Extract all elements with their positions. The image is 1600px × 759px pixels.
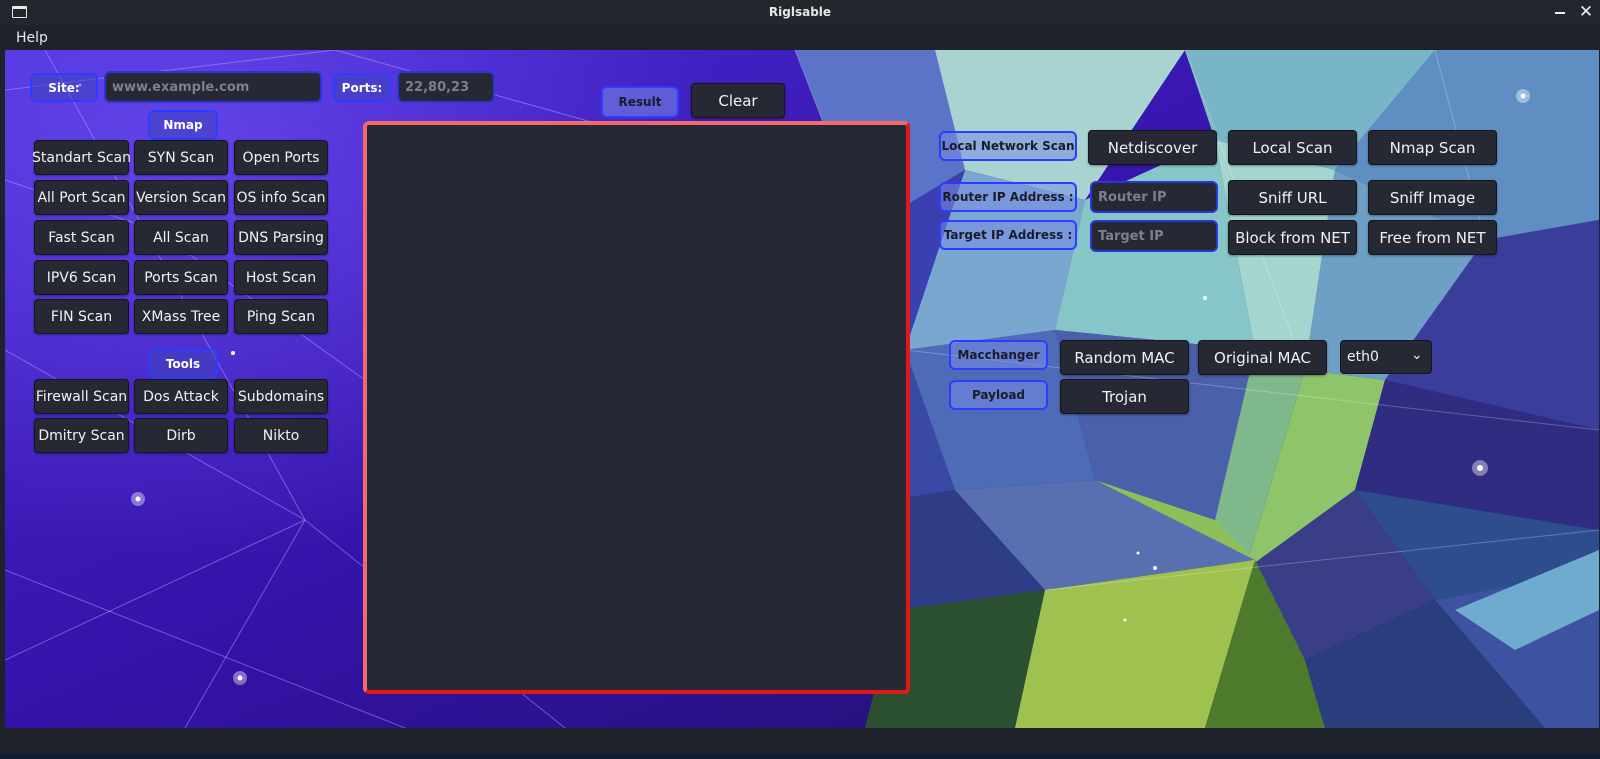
minimize-icon[interactable]: [1555, 12, 1565, 14]
local-network-scan-label: Local Network Scan: [939, 131, 1077, 161]
result-output-panel[interactable]: [363, 121, 910, 694]
ports-input[interactable]: [397, 71, 495, 103]
menu-help[interactable]: Help: [16, 30, 48, 46]
sniff-image-button[interactable]: Sniff Image: [1368, 180, 1497, 215]
fin-scan-button[interactable]: FIN Scan: [34, 299, 129, 334]
all-port-scan-button[interactable]: All Port Scan: [34, 180, 129, 215]
all-scan-button[interactable]: All Scan: [134, 220, 228, 255]
dos-attack-button[interactable]: Dos Attack: [134, 379, 228, 414]
clear-button[interactable]: Clear: [691, 83, 785, 118]
ports-scan-button[interactable]: Ports Scan: [134, 260, 228, 295]
free-from-net-button[interactable]: Free from NET: [1368, 220, 1497, 255]
nikto-button[interactable]: Nikto: [234, 418, 328, 453]
netdiscover-button[interactable]: Netdiscover: [1088, 130, 1217, 165]
trojan-button[interactable]: Trojan: [1060, 379, 1189, 414]
nmap-scan-button[interactable]: Nmap Scan: [1368, 130, 1497, 165]
taskbar-strip: [0, 754, 1600, 759]
local-scan-button[interactable]: Local Scan: [1228, 130, 1357, 165]
dns-parsing-button[interactable]: DNS Parsing: [234, 220, 328, 255]
interface-dropdown[interactable]: eth0 ⌄: [1340, 340, 1432, 374]
syn-scan-button[interactable]: SYN Scan: [134, 140, 228, 175]
macchanger-label: Macchanger: [949, 340, 1048, 370]
ping-scan-button[interactable]: Ping Scan: [234, 299, 328, 334]
standart-scan-button[interactable]: Standart Scan: [32, 140, 131, 175]
fast-scan-button[interactable]: Fast Scan: [34, 220, 129, 255]
chevron-down-icon: ⌄: [1411, 347, 1423, 363]
target-ip-input[interactable]: [1090, 220, 1218, 252]
router-ip-input[interactable]: [1090, 181, 1218, 213]
window-title: Riglsable: [768, 5, 832, 19]
result-label: Result: [601, 86, 679, 118]
os-info-scan-button[interactable]: OS info Scan: [234, 180, 328, 215]
ports-label: Ports:: [333, 73, 391, 102]
xmass-tree-button[interactable]: XMass Tree: [134, 299, 228, 334]
sniff-url-button[interactable]: Sniff URL: [1228, 180, 1357, 215]
close-icon[interactable]: ✕: [1578, 2, 1594, 22]
site-input[interactable]: [104, 71, 322, 103]
dmitry-scan-button[interactable]: Dmitry Scan: [34, 418, 129, 453]
block-from-net-button[interactable]: Block from NET: [1228, 220, 1357, 255]
subdomains-button[interactable]: Subdomains: [234, 379, 328, 414]
dirb-button[interactable]: Dirb: [134, 418, 228, 453]
host-scan-button[interactable]: Host Scan: [234, 260, 328, 295]
router-ip-label: Router IP Address :: [939, 182, 1077, 212]
interface-value: eth0: [1347, 349, 1379, 365]
firewall-scan-button[interactable]: Firewall Scan: [34, 379, 129, 414]
version-scan-button[interactable]: Version Scan: [134, 180, 228, 215]
tools-section-label: Tools: [148, 349, 218, 379]
target-ip-label: Target IP Address :: [939, 220, 1077, 250]
payload-label: Payload: [949, 380, 1048, 410]
open-ports-button[interactable]: Open Ports: [234, 140, 328, 175]
random-mac-button[interactable]: Random MAC: [1060, 340, 1189, 375]
nmap-section-label: Nmap: [148, 110, 218, 140]
ipv6-scan-button[interactable]: IPV6 Scan: [34, 260, 129, 295]
original-mac-button[interactable]: Original MAC: [1198, 340, 1327, 375]
menu-bar: [0, 25, 1600, 50]
site-label: Site:: [30, 73, 98, 102]
